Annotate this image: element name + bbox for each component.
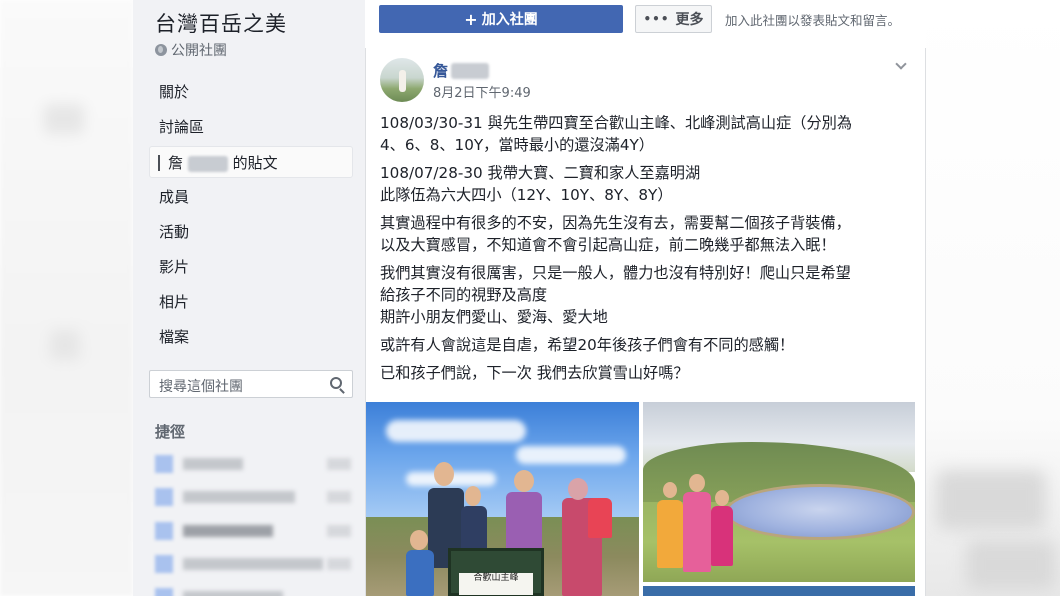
author-avatar[interactable] xyxy=(380,58,424,102)
photo-person-head xyxy=(689,474,705,492)
nav-item-member-posts-prefix: 詹 xyxy=(168,154,184,172)
search-icon[interactable] xyxy=(330,377,342,389)
post-paragraph: 我們其實沒有很厲害，只是一般人，體力也沒有特別好！爬山只是希望 給孩子不同的視野… xyxy=(380,264,851,326)
post-paragraph: 或許有人會說這是自虐，希望20年後孩子們會有不同的感觸！ xyxy=(380,336,795,354)
redacted-shortcut-count xyxy=(327,458,351,470)
chevron-down-icon[interactable] xyxy=(895,58,907,70)
photo-cloud xyxy=(386,420,526,442)
nav-item-files[interactable]: 檔案 xyxy=(149,321,353,353)
summit-sign-plate: 合歡山主峰 xyxy=(459,573,533,595)
more-button[interactable]: ••• 更多 xyxy=(635,5,712,33)
photo-person-head xyxy=(715,490,729,506)
redacted-shortcut-count xyxy=(327,558,351,570)
photo-person-head xyxy=(434,462,454,486)
join-group-button[interactable]: + 加入社團 xyxy=(379,5,623,33)
photo-lake xyxy=(725,484,915,540)
shortcut-item[interactable] xyxy=(155,553,351,575)
post-photo-partial[interactable] xyxy=(643,586,915,596)
redacted-shortcut-name xyxy=(183,458,243,470)
summit-sign: 合歡山主峰 xyxy=(448,548,544,596)
shortcut-thumbnail xyxy=(155,588,173,596)
redacted-shortcut-name xyxy=(183,491,295,503)
redacted-shortcut-name xyxy=(183,591,283,596)
group-privacy-label: 公開社團 xyxy=(171,43,227,59)
nav-item-discussion[interactable]: 討論區 xyxy=(149,111,353,143)
post-paragraph: 已和孩子們說，下一次 我們去欣賞雪山好嗎？ xyxy=(380,364,689,382)
shortcut-item[interactable] xyxy=(155,486,351,508)
redacted-author-name xyxy=(451,62,490,79)
group-privacy: 公開社團 xyxy=(155,40,227,60)
post-photo-summit[interactable]: 合歡山主峰 xyxy=(366,402,639,596)
nav-item-videos[interactable]: 影片 xyxy=(149,251,353,283)
post-card: 詹 8月2日下午9:49 108/03/30-31 與先生帶四寶至合歡山主峰、北… xyxy=(365,48,926,596)
post-timestamp[interactable]: 8月2日下午9:49 xyxy=(433,82,531,101)
post-body: 108/03/30-31 與先生帶四寶至合歡山主峰、北峰測試高山症（分別為 4、… xyxy=(380,112,910,390)
avatar-figure xyxy=(399,70,406,92)
shortcut-thumbnail xyxy=(155,522,173,540)
nav-item-members[interactable]: 成員 xyxy=(149,181,353,213)
dots-icon: ••• xyxy=(643,12,670,26)
photo-person xyxy=(657,500,683,568)
redacted-shortcut-name xyxy=(183,558,323,570)
shortcut-item[interactable] xyxy=(155,586,351,596)
redacted-name xyxy=(187,155,228,172)
group-nav: 關於 討論區 詹 的貼文 成員 活動 影片 相片 檔案 xyxy=(149,76,353,356)
search-placeholder: 搜尋這個社團 xyxy=(159,379,243,395)
shortcut-item[interactable] xyxy=(155,453,351,475)
group-sidebar: 台灣百岳之美 公開社團 關於 討論區 詹 的貼文 成員 活動 影片 相片 檔案 … xyxy=(133,0,365,596)
redacted-shortcut-count xyxy=(327,525,351,537)
photo-person-head xyxy=(514,470,534,492)
shortcuts-title: 捷徑 xyxy=(155,423,186,441)
plus-icon: + xyxy=(464,9,478,29)
globe-icon xyxy=(155,44,167,56)
photo-person-head xyxy=(410,530,428,550)
shortcut-thumbnail xyxy=(155,455,173,473)
photo-person-head xyxy=(568,478,588,500)
photo-person-head xyxy=(465,486,481,506)
post-paragraph: 其實過程中有很多的不安，因為先生沒有去，需要幫二個孩子背裝備， 以及大寶感冒，不… xyxy=(380,214,851,254)
post-photo-lake[interactable] xyxy=(643,402,915,582)
nav-item-photos[interactable]: 相片 xyxy=(149,286,353,318)
photo-person xyxy=(588,498,612,538)
more-label: 更多 xyxy=(675,12,704,28)
post-author[interactable]: 詹 xyxy=(433,60,490,81)
nav-item-events[interactable]: 活動 xyxy=(149,216,353,248)
nav-item-about[interactable]: 關於 xyxy=(149,76,353,108)
post-paragraph: 108/03/30-31 與先生帶四寶至合歡山主峰、北峰測試高山症（分別為 4、… xyxy=(380,114,853,154)
group-search-input[interactable]: 搜尋這個社團 xyxy=(149,370,353,398)
group-action-bar: + 加入社團 ••• 更多 加入此社團以發表貼文和留言。 xyxy=(365,0,926,48)
redacted-shortcut-count xyxy=(327,491,351,503)
photo-person xyxy=(683,492,711,572)
photo-person xyxy=(506,492,542,552)
join-hint-text: 加入此社團以發表貼文和留言。 xyxy=(725,13,901,28)
redacted-shortcut-name xyxy=(183,525,273,537)
shortcut-thumbnail xyxy=(155,488,173,506)
post-paragraph: 108/07/28-30 我帶大寶、二寶和家人至嘉明湖 此隊伍為六大四小（12Y… xyxy=(380,164,701,204)
join-group-label: 加入社團 xyxy=(481,12,538,28)
shortcut-thumbnail xyxy=(155,555,173,573)
nav-item-member-posts[interactable]: 詹 的貼文 xyxy=(149,146,353,178)
photo-person-head xyxy=(663,482,677,498)
photo-cloud xyxy=(516,446,626,464)
blurred-background-left xyxy=(0,0,133,596)
blurred-background-right xyxy=(926,0,1060,596)
post-author-name: 詹 xyxy=(433,62,449,80)
group-title[interactable]: 台灣百岳之美 xyxy=(155,8,287,38)
photo-person xyxy=(406,550,434,596)
photo-person xyxy=(711,506,733,566)
shortcut-item[interactable] xyxy=(155,520,351,542)
nav-item-member-posts-suffix: 的貼文 xyxy=(232,154,278,172)
